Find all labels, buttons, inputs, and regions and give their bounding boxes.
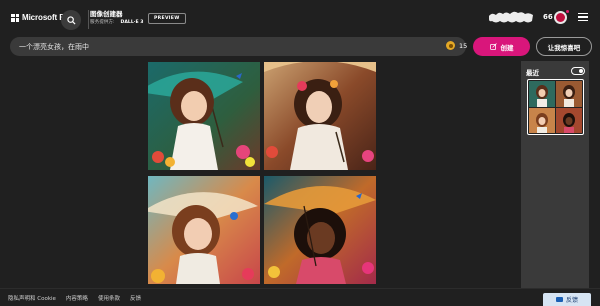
header-divider <box>88 10 89 29</box>
create-label: 创建 <box>500 43 514 52</box>
page-title: 图像创建器 <box>90 10 123 18</box>
powered-by-line: 服务提供方: DALL·E 3 <box>90 19 143 27</box>
footer-links: 隐私声明和 Cookie 内容策略 使用条款 反馈 <box>8 294 151 302</box>
recent-toggle[interactable] <box>571 67 585 75</box>
boost-count: 15 <box>459 41 468 50</box>
recent-label: 最近 <box>526 69 539 77</box>
recent-creation-thumbnail[interactable] <box>527 79 584 135</box>
microsoft-logo-icon <box>11 13 19 22</box>
boost-coin-icon <box>446 41 455 50</box>
thumb-4 <box>556 107 582 133</box>
feedback-label: 反馈 <box>565 297 578 304</box>
surprise-me-label: 让我惊喜吧 <box>547 43 581 52</box>
generated-image-3[interactable] <box>148 176 260 284</box>
coin-balance: 66 <box>543 13 553 21</box>
generated-image-4[interactable] <box>264 176 376 284</box>
model-name: DALL·E 3 <box>120 20 144 25</box>
search-button[interactable] <box>61 10 81 30</box>
feedback-button[interactable]: 反馈 <box>543 293 591 306</box>
surprise-me-button[interactable]: 让我惊喜吧 <box>536 37 592 56</box>
footer: 隐私声明和 Cookie 内容策略 使用条款 反馈 <box>0 288 600 306</box>
user-name-redacted[interactable] <box>488 10 534 25</box>
thumb-2 <box>556 81 582 107</box>
prompt-input[interactable]: 一个漂亮女孩，在雨中 15 <box>10 37 467 56</box>
image-creator-title-block[interactable]: 图像创建器 服务提供方: DALL·E 3 <box>90 10 143 27</box>
rewards-medal-icon[interactable] <box>554 11 567 24</box>
boost-indicator[interactable]: 15 <box>446 41 467 50</box>
create-button[interactable]: 创建 <box>473 37 530 56</box>
footer-link-feedback[interactable]: 反馈 <box>130 294 141 302</box>
preview-badge: PREVIEW <box>148 13 186 24</box>
thumb-1 <box>529 81 555 107</box>
search-icon <box>66 15 76 25</box>
prompt-text[interactable]: 一个漂亮女孩，在雨中 <box>19 42 89 52</box>
create-icon <box>489 43 497 50</box>
generated-image-1[interactable] <box>148 62 260 170</box>
notification-dot <box>566 10 569 13</box>
thumb-3 <box>529 107 555 133</box>
generated-image-2[interactable] <box>264 62 376 170</box>
footer-link-content-policy[interactable]: 内容策略 <box>66 294 88 302</box>
footer-link-terms[interactable]: 使用条款 <box>98 294 120 302</box>
hamburger-menu-icon[interactable] <box>578 13 588 22</box>
feedback-icon <box>555 297 563 302</box>
recent-panel: 最近 <box>521 61 589 291</box>
footer-link-privacy[interactable]: 隐私声明和 Cookie <box>8 294 56 302</box>
powered-by-label: 服务提供方: <box>90 20 115 25</box>
top-bar: Microsoft Bing 图像创建器 服务提供方: DALL·E 3 PREV… <box>0 0 600 36</box>
image-results-grid <box>148 62 378 290</box>
